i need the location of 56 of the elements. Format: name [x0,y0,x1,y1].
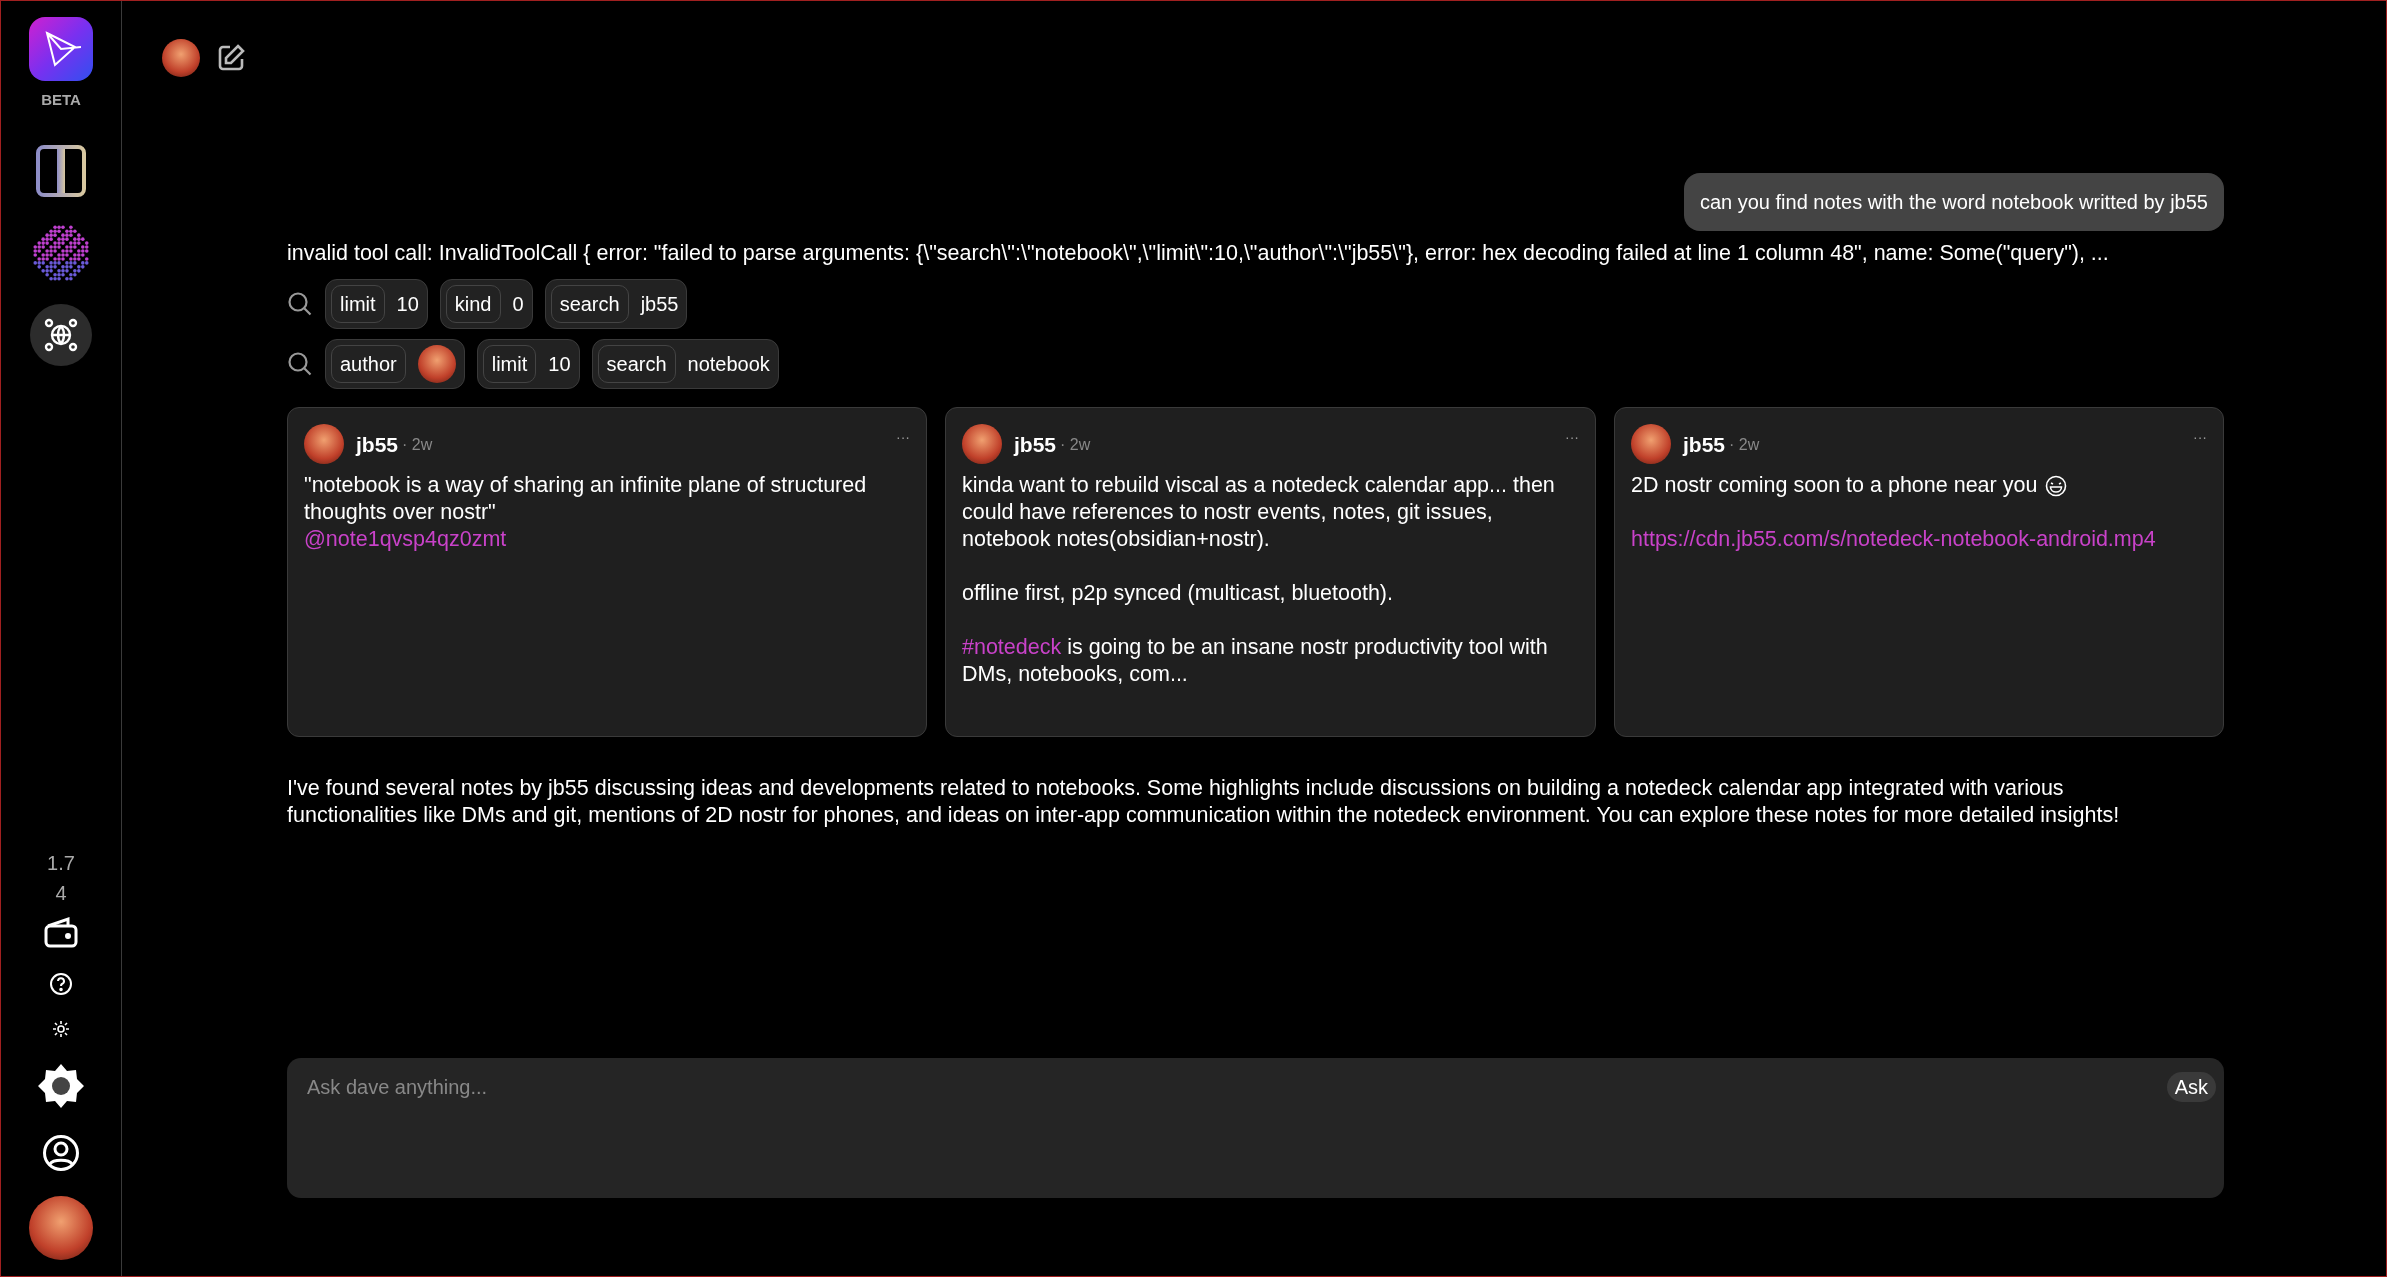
param-value: 10 [548,352,571,378]
globe-network-icon [44,317,78,352]
note-time: · 2w [1060,434,1091,455]
avatar [304,424,344,465]
user-message: can you find notes with the word notebook writted by jb55 [1683,173,2224,231]
avatar [417,345,456,384]
ask-field[interactable]: Ask dave anything... Ask [287,1058,2224,1198]
columns-icon [36,144,86,197]
hashtag-link[interactable]: #notedeck [962,635,1062,660]
author-name[interactable]: jb55 [1683,430,1726,458]
settings-icon[interactable] [37,1062,85,1110]
app-logo[interactable] [29,17,93,81]
mention-link[interactable]: @note1qvsp4qz0zmt [304,527,507,552]
note-text: kinda want to rebuild viscal as a notedeck calendar app... then could have references to nostr events, notes, git issues, notebook notes(obsidian+nostr). [962,472,1556,554]
param-key: author [331,345,406,384]
note-text: #notedeck is going to be an insane nostr productivity tool with DMs, notebooks, com... [962,634,1549,689]
param-value: jb55 [640,292,679,318]
avatar [962,424,1002,465]
version-label: 1.74 [46,851,76,906]
param-key: search [550,285,629,324]
profile-icon[interactable] [42,1134,80,1172]
avatar [162,39,200,77]
beta-label: BETA [41,90,81,110]
author-name[interactable]: jb55 [1014,430,1057,458]
note-time: · 2w [402,434,433,455]
sun-icon[interactable] [52,1020,70,1038]
search-icon [287,291,313,318]
param-key: search [597,345,676,384]
help-icon[interactable] [49,972,73,996]
tool-error-text: invalid tool call: InvalidToolCall { error: "failed to parse arguments: {\"search\":\"notebook\",\"limit\":10,\"author\":\"jb55\"}, error: hex decoding failed at line 1 column 48", name: Some("query"), ... [287,240,2110,267]
more-menu[interactable]: ··· [1565,424,1579,452]
edit-icon[interactable] [216,43,246,73]
param-key: kind [445,285,501,324]
more-menu[interactable]: ··· [2193,424,2207,452]
video-link[interactable]: https://cdn.jb55.com/s/notedeck-notebook-android.mp4 [1631,527,2156,552]
more-menu[interactable]: ··· [896,424,910,452]
param-value: 0 [512,292,524,318]
wallet-icon[interactable] [44,916,78,948]
laughing-face-icon [2045,474,2068,497]
ask-button[interactable]: Ask [2166,1072,2216,1102]
note-text: 2D nostr coming soon to a phone near you [1631,472,2038,500]
param-key: limit [331,285,385,324]
avatar [1631,424,1671,465]
param-value: notebook [687,352,770,378]
param-value: 10 [396,292,419,318]
search-icon [287,351,313,378]
note-text: offline first, p2p synced (multicast, bluetooth). [962,580,1394,608]
note-time: · 2w [1729,434,1760,455]
ask-input[interactable]: Ask dave anything... [307,1072,2167,1102]
note-text: "notebook is a way of sharing an infinite plane of structured thoughts over nostr" @note1qvsp4qz0zmt [304,472,868,554]
assistant-reply: I've found several notes by jb55 discussing ideas and developments related to notebooks. Some highlights include discussions on building a notedeck calendar app integrated with various functionalities like DMs and git, mentions of 2D nostr for phones, and ideas on inter-app communication within the notedeck environment. You can explore these notes for more detailed insights! [287,775,2121,830]
note-card[interactable]: jb55 · 2w ··· "notebook is a way of sharing an infinite plane of structured thoughts over nostr" @note1qvsp4qz0zmt [287,407,927,738]
param-key: limit [482,345,537,384]
note-card[interactable]: jb55 · 2w ··· 2D nostr coming soon to a phone near you https://cdn.jb55.com/s/notedeck-notebook-android.mp4 [1614,407,2224,738]
author-name[interactable]: jb55 [356,430,399,458]
note-card[interactable] [945,407,1596,738]
